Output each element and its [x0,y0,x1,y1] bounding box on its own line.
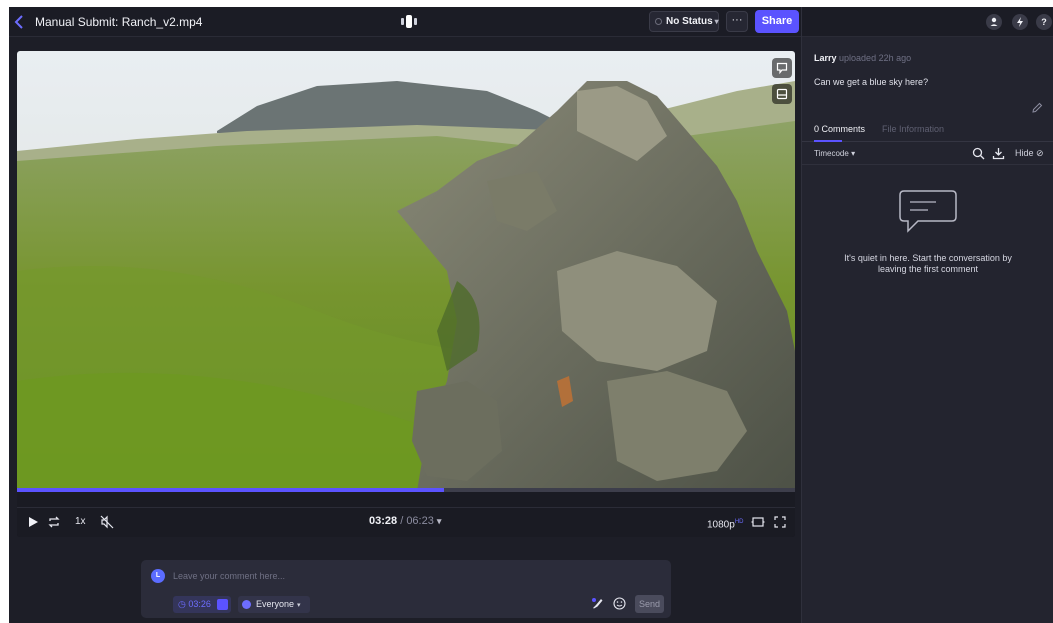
status-dot-icon [655,18,662,25]
emoji-icon[interactable] [613,597,626,610]
chevron-down-icon: ▾ [714,17,719,26]
search-icon[interactable] [972,147,985,160]
mute-icon[interactable] [100,515,114,529]
quality-label: 1080p [707,519,735,531]
share-button[interactable]: Share [755,10,799,33]
upload-meta: uploaded 22h ago [839,53,912,63]
loop-icon[interactable] [47,515,61,529]
sort-label: Timecode [814,149,849,158]
chevron-left-icon[interactable] [14,14,28,30]
review-app: Manual Submit: Ranch_v2.mp4 No Status ▾ ·… [9,7,1053,623]
clock-icon: ◷ [178,599,186,609]
current-time: 03:28 [369,515,398,527]
time-separator: / [397,515,407,527]
status-dropdown[interactable]: No Status ▾ [649,11,719,32]
comments-sidebar: ? Larry uploaded 22h ago Can we get a bl… [801,7,1053,623]
timestamp-value: 03:26 [188,599,211,609]
uploader-info: Larry uploaded 22h ago [814,53,911,63]
pencil-icon[interactable] [1031,101,1043,113]
globe-icon [242,600,251,609]
tab-file-information[interactable]: File Information [882,122,944,136]
bolt-icon[interactable] [1012,14,1028,30]
timestamp-toggle[interactable]: ◷ 03:26 [173,596,231,613]
sidebar-tabs: 0 Comments File Information [802,122,1053,142]
chevron-down-icon: ▾ [436,516,442,526]
comment-input[interactable] [173,566,653,586]
visibility-label: Everyone [256,599,295,609]
status-label: No Status [666,16,713,27]
comment-composer: L ◷ 03:26 Everyone▾ Send [141,560,671,618]
single-view-icon[interactable] [401,15,417,28]
picture-frame-icon[interactable] [772,84,792,104]
timecode-display[interactable]: 03:28 / 06:23 ▾ [369,515,441,527]
video-player: 1x 03:28 / 06:23 ▾ 1080pHD [17,51,795,537]
empty-state-message: It's quiet in here. Start the conversati… [844,253,1012,274]
file-description: Can we get a blue sky here? [814,77,929,87]
video-frame[interactable] [17,51,795,491]
sidebar-header: ? [802,7,1053,37]
uploader-name: Larry [814,53,837,63]
hd-badge: HD [734,519,744,525]
fullscreen-icon[interactable] [773,515,787,529]
play-icon[interactable] [27,515,39,529]
visibility-dropdown[interactable]: Everyone ▾ [238,596,310,613]
top-bar: Manual Submit: Ranch_v2.mp4 No Status ▾ ·… [9,7,801,37]
hide-toggle[interactable]: Hide ⊘ [1015,148,1044,159]
comment-filter-bar: Timecode ▾ Hide ⊘ [802,143,1053,165]
active-tab-indicator [814,140,842,142]
hide-label: Hide [1015,148,1034,158]
user-icon[interactable] [986,14,1002,30]
scrub-track[interactable] [17,492,795,508]
comment-bubble-icon[interactable] [772,58,792,78]
pip-icon[interactable] [751,515,765,529]
chevron-down-icon: ▾ [297,602,301,609]
page-title: Manual Submit: Ranch_v2.mp4 [35,15,203,29]
avatar: L [151,569,165,583]
empty-chat-icon [899,190,957,233]
playback-speed-button[interactable]: 1x [75,515,89,529]
sort-dropdown[interactable]: Timecode ▾ [814,149,855,158]
send-button[interactable]: Send [635,595,664,613]
help-icon[interactable]: ? [1036,14,1052,30]
tab-comments[interactable]: 0 Comments [814,122,865,136]
empty-state: It's quiet in here. Start the conversati… [802,187,1053,275]
duration: 06:23 [406,515,434,527]
quality-selector[interactable]: 1080pHD [707,515,747,531]
more-options-button[interactable]: ··· [726,11,748,32]
check-circle-icon: ⊘ [1036,148,1044,158]
annotate-icon[interactable] [591,597,604,610]
video-still [17,51,795,491]
checkbox-icon[interactable] [217,599,228,610]
download-icon[interactable] [992,147,1005,160]
chevron-down-icon: ▾ [851,149,856,158]
